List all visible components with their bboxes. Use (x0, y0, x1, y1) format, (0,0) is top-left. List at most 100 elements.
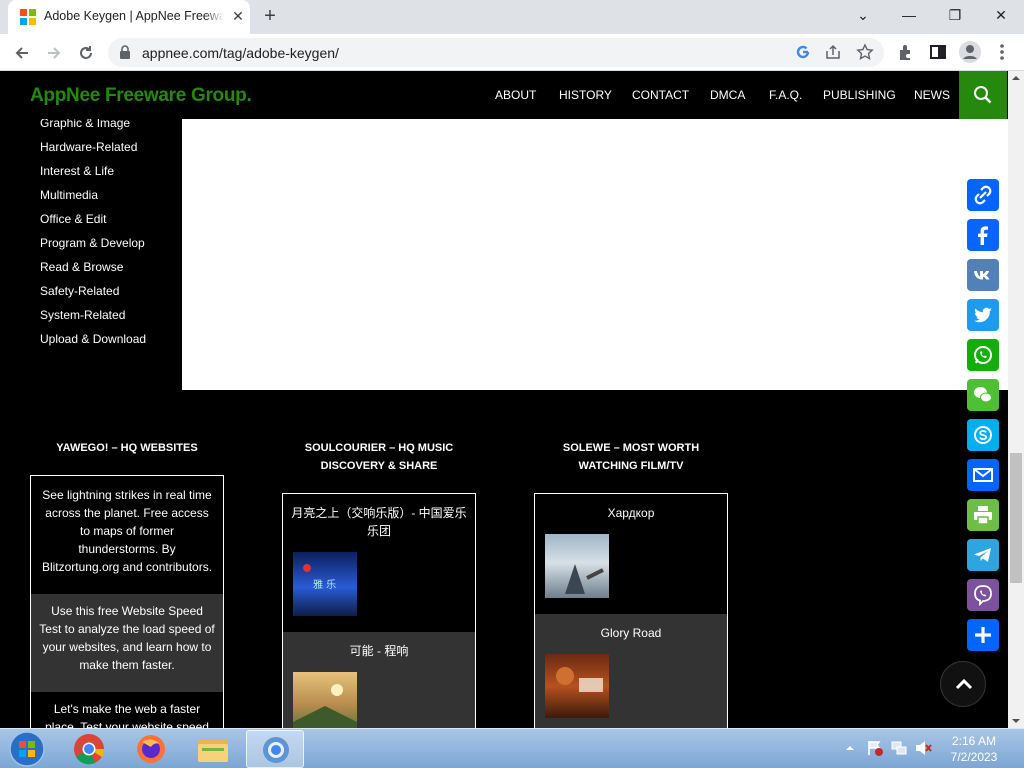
wechat-icon (974, 387, 992, 403)
taskbar-chrome-active[interactable] (246, 730, 304, 768)
nav-history[interactable]: HISTORY (559, 88, 612, 102)
google-lens-icon[interactable] (794, 43, 814, 63)
url-text[interactable]: appnee.com/tag/adobe-keygen/ (142, 45, 339, 61)
scrollbar-thumb[interactable] (1010, 453, 1022, 583)
yawego-item[interactable]: See lightning strikes in real time acros… (31, 486, 223, 594)
reload-button[interactable] (72, 39, 100, 67)
share-page-icon[interactable] (824, 43, 844, 63)
tab-title: Adobe Keygen | AppNee Freeware Group. (44, 9, 224, 23)
show-hidden-icons-icon[interactable] (844, 741, 856, 759)
soulcourier-heading: SOULCOURIER – HQ MUSIC DISCOVERY & SHARE (282, 439, 476, 475)
extensions-icon[interactable] (896, 42, 916, 62)
lock-icon[interactable] (119, 45, 131, 64)
film-item-title[interactable]: Glory Road (535, 624, 727, 642)
close-window-button[interactable]: ✕ (978, 0, 1024, 30)
share-print-button[interactable] (967, 499, 999, 531)
system-clock[interactable]: 2:16 AM 7/2/2023 (944, 733, 1004, 765)
search-button[interactable] (959, 71, 1007, 119)
side-panel-icon[interactable] (928, 42, 948, 62)
network-icon[interactable] (890, 739, 908, 762)
category-link[interactable]: Office & Edit (40, 207, 146, 231)
restore-button[interactable]: ❐ (932, 0, 978, 30)
category-link[interactable]: Multimedia (40, 183, 146, 207)
category-link[interactable]: Upload & Download (40, 327, 146, 351)
share-telegram-button[interactable] (967, 539, 999, 571)
nav-dmca[interactable]: DMCA (710, 88, 745, 102)
site-header: AppNee Freeware Group. ABOUT HISTORY CON… (0, 71, 1008, 119)
film-poster-image[interactable] (545, 534, 609, 598)
profile-avatar-icon[interactable] (958, 40, 982, 64)
appnee-favicon-icon (20, 9, 36, 25)
share-whatsapp-button[interactable] (967, 339, 999, 371)
category-link[interactable]: Interest & Life (40, 159, 146, 183)
nav-contact[interactable]: CONTACT (632, 88, 689, 102)
web-page: Graphic & Image Hardware-Related Interes… (0, 71, 1008, 728)
music-item-title[interactable]: 可能 - 程响 (283, 642, 475, 660)
yawego-heading: YAWEGO! – HQ WEBSITES (56, 442, 198, 454)
scroll-down-arrow-icon (1012, 719, 1020, 723)
share-email-button[interactable] (967, 459, 999, 491)
share-facebook-button[interactable] (967, 219, 999, 251)
share-share-more-button[interactable] (967, 619, 999, 651)
tab-close-icon[interactable]: ✕ (230, 8, 246, 24)
category-link[interactable]: System-Related (40, 303, 146, 327)
minimize-button[interactable]: — (886, 0, 932, 30)
chrome-window-icon (263, 737, 289, 763)
print-icon (974, 506, 992, 525)
category-link[interactable]: Safety-Related (40, 279, 146, 303)
windows-start-icon (9, 731, 45, 767)
taskbar-file-explorer[interactable] (186, 730, 240, 768)
nav-news[interactable]: NEWS (914, 88, 950, 102)
chrome-icon (74, 734, 105, 765)
vertical-scrollbar[interactable] (1008, 71, 1024, 728)
action-center-flag-icon[interactable] (866, 739, 884, 762)
new-tab-button[interactable]: + (258, 5, 282, 29)
tab-active[interactable]: Adobe Keygen | AppNee Freeware Group. ✕ (8, 0, 250, 34)
category-link[interactable]: Hardware-Related (40, 135, 146, 159)
back-button[interactable] (8, 39, 36, 67)
album-cover-image[interactable]: 雅 乐 (293, 552, 357, 616)
chrome-menu-icon[interactable] (992, 42, 1012, 62)
yawego-item[interactable]: Let's make the web a faster place. Test … (31, 692, 223, 728)
bookmark-star-icon[interactable] (856, 43, 876, 63)
share-viber-button[interactable] (967, 579, 999, 611)
windows-taskbar: 2:16 AM 7/2/2023 (0, 728, 1024, 768)
folder-icon (198, 740, 228, 762)
volume-muted-icon[interactable] (914, 739, 932, 762)
nav-about[interactable]: ABOUT (495, 88, 536, 102)
nav-publishing[interactable]: PUBLISHING (823, 88, 896, 102)
film-poster-image[interactable] (545, 654, 609, 718)
forward-button[interactable] (40, 39, 68, 67)
tab-search-button[interactable]: ⌄ (840, 0, 886, 30)
share-vk-button[interactable] (967, 259, 999, 291)
taskbar-firefox[interactable] (124, 730, 178, 768)
solewe-widget: Хардкор Glory Road (534, 493, 728, 728)
main-content-area (182, 119, 1008, 390)
nav-faq[interactable]: F.A.Q. (769, 88, 802, 102)
share-skype-button[interactable] (967, 419, 999, 451)
taskbar-chrome[interactable] (62, 730, 116, 768)
browser-window: Adobe Keygen | AppNee Freeware Group. ✕ … (0, 0, 1024, 768)
film-item-title[interactable]: Хардкор (535, 504, 727, 522)
firefox-icon (137, 735, 165, 763)
album-cover-image[interactable] (293, 672, 357, 728)
music-item[interactable]: 可能 - 程响 (283, 632, 475, 728)
share-twitter-button[interactable] (967, 299, 999, 331)
address-bar[interactable]: appnee.com/tag/adobe-keygen/ (108, 38, 884, 67)
chevron-up-icon (955, 678, 973, 690)
music-item[interactable]: 月亮之上（交响乐版）- 中国爱乐乐团 雅 乐 (283, 494, 475, 632)
share-copy-link-button[interactable] (967, 179, 999, 211)
film-item[interactable]: Glory Road (535, 614, 727, 728)
yawego-item[interactable]: Use this free Website Speed Test to anal… (31, 594, 223, 692)
site-title[interactable]: AppNee Freeware Group. (30, 85, 252, 107)
whatsapp-icon (974, 346, 992, 364)
back-to-top-button[interactable] (940, 661, 986, 707)
facebook-icon (978, 226, 988, 245)
film-item[interactable]: Хардкор (535, 494, 727, 614)
share-wechat-button[interactable] (967, 379, 999, 411)
start-button[interactable] (2, 730, 52, 768)
telegram-icon (974, 548, 991, 562)
category-link[interactable]: Program & Develop (40, 231, 146, 255)
music-item-title[interactable]: 月亮之上（交响乐版）- 中国爱乐乐团 (283, 504, 475, 540)
category-link[interactable]: Read & Browse (40, 255, 146, 279)
